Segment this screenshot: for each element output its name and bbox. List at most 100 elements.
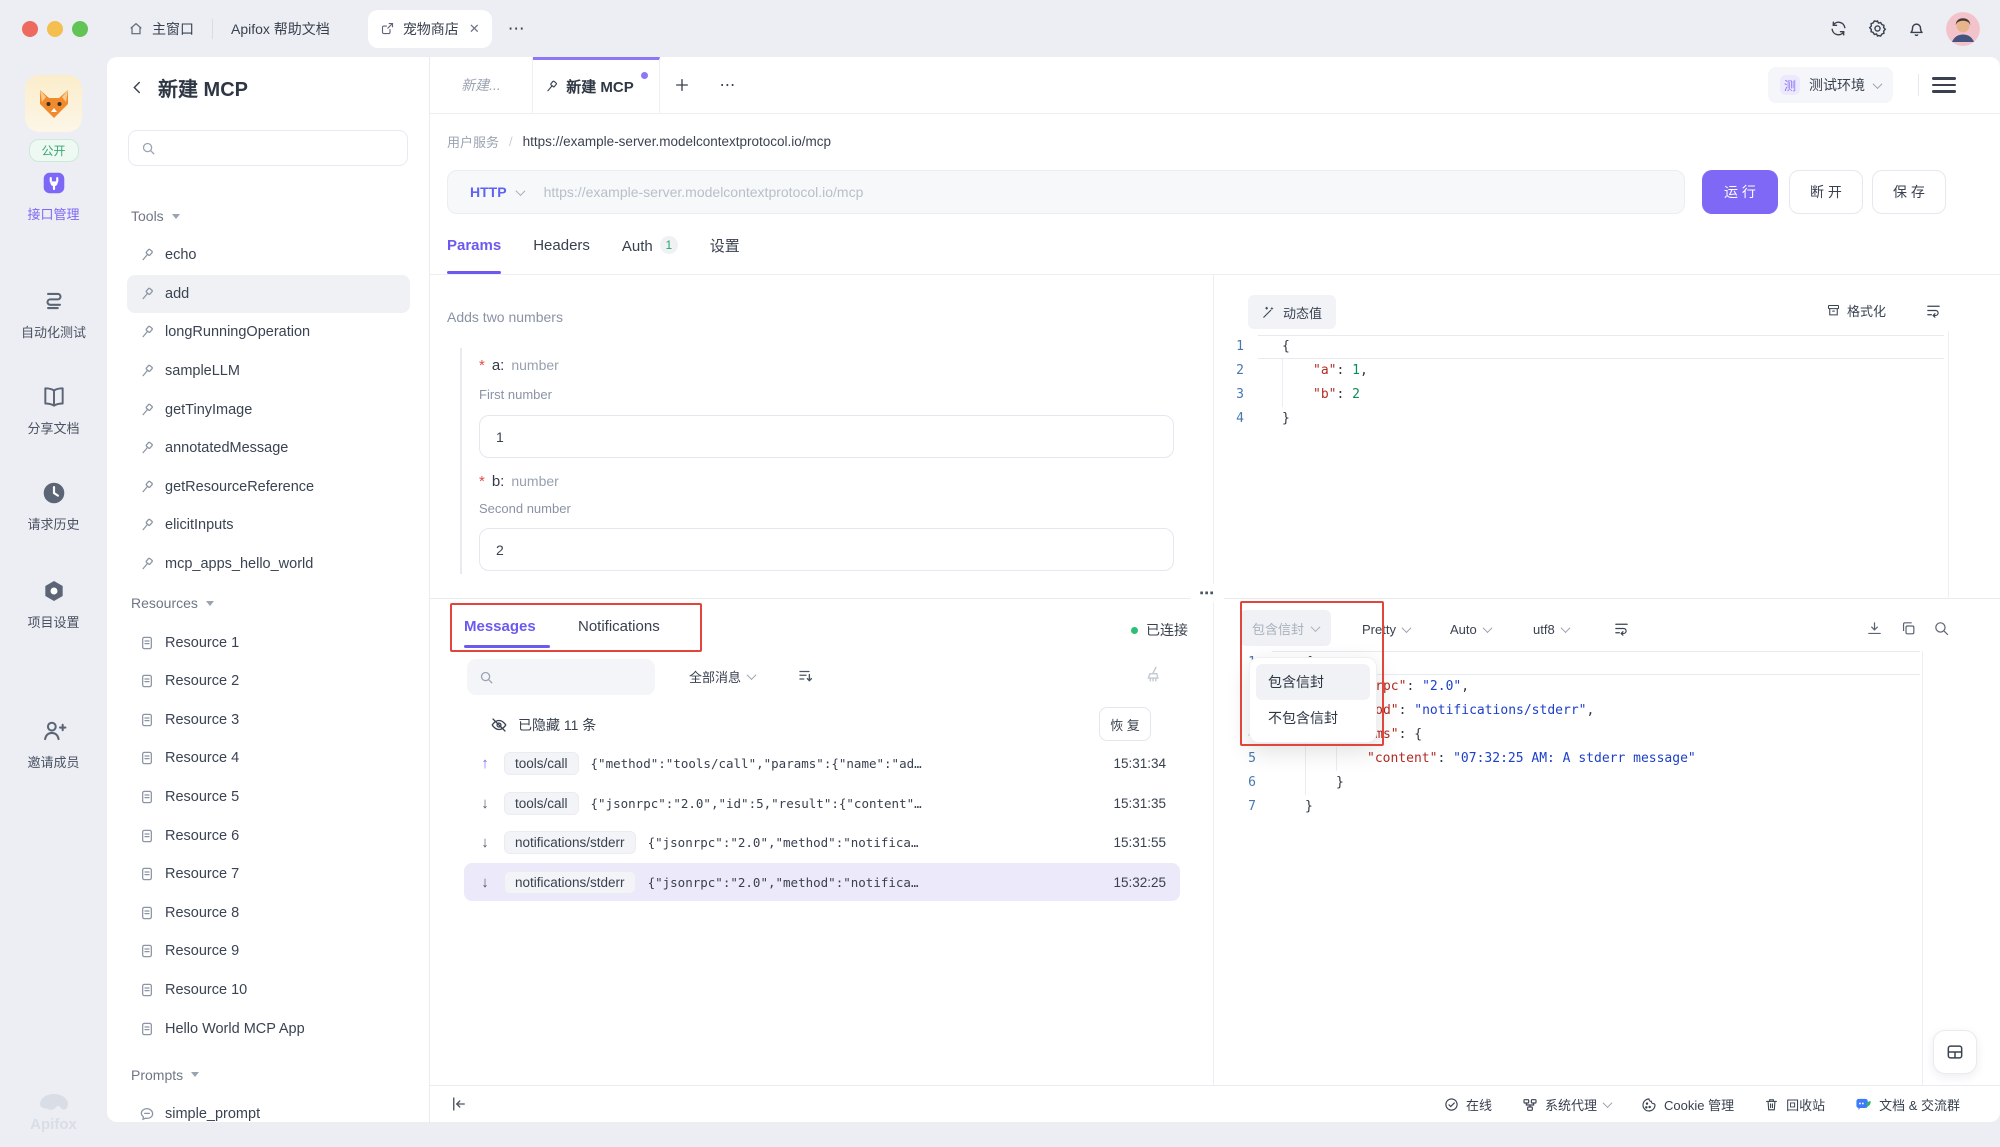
sort-messages-icon[interactable]: [797, 667, 815, 685]
tree-item[interactable]: simple_prompt: [127, 1095, 410, 1122]
notifications-bell-icon[interactable]: [1907, 19, 1926, 38]
online-status[interactable]: 在线: [1444, 1095, 1492, 1114]
charset-select[interactable]: utf8: [1533, 622, 1569, 637]
help-doc-tab[interactable]: Apifox 帮助文档: [231, 19, 330, 39]
disconnect-button[interactable]: 断 开: [1789, 170, 1863, 214]
browser-tab-petstore[interactable]: 宠物商店 ✕: [368, 10, 492, 48]
close-tab-icon[interactable]: ✕: [469, 21, 480, 37]
environment-selector[interactable]: 测 测试环境: [1768, 67, 1893, 103]
message-row[interactable]: ↑tools/call{"method":"tools/call","param…: [464, 744, 1180, 782]
doc-tab-new[interactable]: 新建...: [430, 57, 533, 113]
tree-section-resources[interactable]: Resources: [127, 583, 410, 623]
sync-icon[interactable]: [1829, 19, 1848, 38]
window-controls[interactable]: [22, 21, 88, 37]
tree-item[interactable]: longRunningOperation: [127, 313, 410, 352]
sidebar-item-share-doc[interactable]: 分享文档: [0, 384, 107, 437]
breadcrumb-url[interactable]: https://example-server.modelcontextproto…: [523, 134, 831, 149]
system-proxy[interactable]: 系统代理: [1522, 1095, 1611, 1114]
tree-item[interactable]: getTinyImage: [127, 390, 410, 429]
field-b-input[interactable]: 2: [479, 528, 1174, 571]
sidebar-item-project-settings[interactable]: 项目设置: [0, 578, 107, 631]
dropdown-option[interactable]: 不包含信封: [1256, 700, 1370, 736]
tree-item[interactable]: Resource 4: [127, 739, 410, 778]
add-tab-button[interactable]: [668, 71, 696, 99]
search-icon[interactable]: [1933, 620, 1950, 637]
tab-params[interactable]: Params: [447, 237, 501, 254]
message-row[interactable]: ↓notifications/stderr{"jsonrpc":"2.0","m…: [464, 823, 1180, 861]
tree-item[interactable]: Resource 10: [127, 971, 410, 1010]
maximize-window-button[interactable]: [72, 21, 88, 37]
dropdown-option[interactable]: 包含信封: [1256, 664, 1370, 700]
download-icon[interactable]: [1866, 620, 1883, 637]
sidebar-item-invite-member[interactable]: 邀请成员: [0, 718, 107, 771]
tree-item[interactable]: Resource 3: [127, 701, 410, 740]
tree-item[interactable]: Resource 2: [127, 662, 410, 701]
tree-item[interactable]: elicitInputs: [127, 506, 410, 545]
tree-item[interactable]: Hello World MCP App: [127, 1009, 410, 1048]
cookie-manager[interactable]: Cookie 管理: [1641, 1095, 1734, 1114]
message-filter-select[interactable]: 全部消息: [689, 667, 755, 686]
tree-item[interactable]: getResourceReference: [127, 468, 410, 507]
doc-tab-active[interactable]: 新建 MCP: [533, 57, 660, 113]
tree-item[interactable]: echo: [127, 236, 410, 275]
back-chevron-icon[interactable]: [129, 79, 146, 96]
layout-toggle-button[interactable]: [1933, 1030, 1977, 1074]
request-editor-scrollbar[interactable]: [1948, 331, 1978, 599]
home-tab[interactable]: 主窗口: [128, 19, 194, 39]
minimize-window-button[interactable]: [47, 21, 63, 37]
message-row[interactable]: ↓tools/call{"jsonrpc":"2.0","id":5,"resu…: [464, 784, 1180, 822]
url-input[interactable]: HTTP https://example-server.modelcontext…: [447, 170, 1685, 214]
split-drag-handle[interactable]: ⋯: [1190, 584, 1224, 602]
tree-section-tools[interactable]: Tools: [127, 196, 410, 236]
collapse-left-icon[interactable]: [450, 1095, 468, 1113]
tree-item[interactable]: Resource 7: [127, 855, 410, 894]
dynamic-value-button[interactable]: 动态值: [1248, 295, 1336, 329]
copy-icon[interactable]: [1900, 620, 1917, 637]
tree-item[interactable]: Resource 9: [127, 932, 410, 971]
tab-auth[interactable]: Auth1: [622, 236, 678, 255]
docs-community[interactable]: 文档 & 交流群: [1855, 1095, 1960, 1114]
tab-notifications[interactable]: Notifications: [578, 618, 660, 635]
word-wrap-icon[interactable]: [1613, 620, 1630, 637]
format-button[interactable]: 格式化: [1826, 301, 1886, 320]
tree-item[interactable]: Resource 1: [127, 623, 410, 662]
tree-section-prompts[interactable]: Prompts: [127, 1055, 410, 1095]
tabbar-more-button[interactable]: ⋯: [714, 71, 742, 99]
close-window-button[interactable]: [22, 21, 38, 37]
tab-settings[interactable]: 设置: [710, 235, 740, 256]
tree-item[interactable]: mcp_apps_hello_world: [127, 545, 410, 584]
messages-search-input[interactable]: [467, 659, 655, 695]
restore-button[interactable]: 恢 复: [1099, 707, 1151, 741]
method-select[interactable]: HTTP: [470, 184, 507, 200]
save-button[interactable]: 保 存: [1872, 170, 1946, 214]
tree-item[interactable]: Resource 8: [127, 894, 410, 933]
sidebar-item-automation[interactable]: 自动化测试: [0, 288, 107, 341]
avatar[interactable]: [1946, 12, 1980, 46]
word-wrap-icon[interactable]: [1925, 302, 1942, 319]
tree-search-input[interactable]: [128, 130, 408, 166]
sidebar-item-api-manage[interactable]: 接口管理: [0, 170, 107, 223]
pretty-select[interactable]: Pretty: [1362, 622, 1410, 637]
menu-hamburger-icon[interactable]: [1932, 73, 1956, 97]
response-editor-scrollbar[interactable]: [1922, 651, 1952, 1085]
message-row[interactable]: ↓notifications/stderr{"jsonrpc":"2.0","m…: [464, 863, 1180, 901]
recycle-bin[interactable]: 回收站: [1764, 1095, 1825, 1114]
encoding-select[interactable]: Auto: [1450, 622, 1491, 637]
tree-item[interactable]: Resource 5: [127, 778, 410, 817]
tree-item[interactable]: sampleLLM: [127, 352, 410, 391]
tree-item[interactable]: annotatedMessage: [127, 429, 410, 468]
project-logo[interactable]: [25, 75, 82, 132]
clear-messages-icon[interactable]: [1144, 665, 1163, 684]
tab-messages[interactable]: Messages: [464, 618, 536, 635]
request-json-code[interactable]: 1{2"a": 1,3"b": 24}: [1214, 335, 1944, 431]
field-a-input[interactable]: 1: [479, 415, 1174, 458]
breadcrumb-root[interactable]: 用户服务: [447, 132, 499, 151]
envelope-dropdown-button[interactable]: 包含信封: [1240, 610, 1331, 646]
run-button[interactable]: 运 行: [1702, 170, 1778, 214]
tab-headers[interactable]: Headers: [533, 237, 590, 254]
tree-item[interactable]: add: [127, 275, 410, 314]
titlebar-more-button[interactable]: ⋯: [508, 19, 526, 39]
sidebar-item-history[interactable]: 请求历史: [0, 480, 107, 533]
settings-gear-icon[interactable]: [1868, 19, 1887, 38]
tree-item[interactable]: Resource 6: [127, 816, 410, 855]
